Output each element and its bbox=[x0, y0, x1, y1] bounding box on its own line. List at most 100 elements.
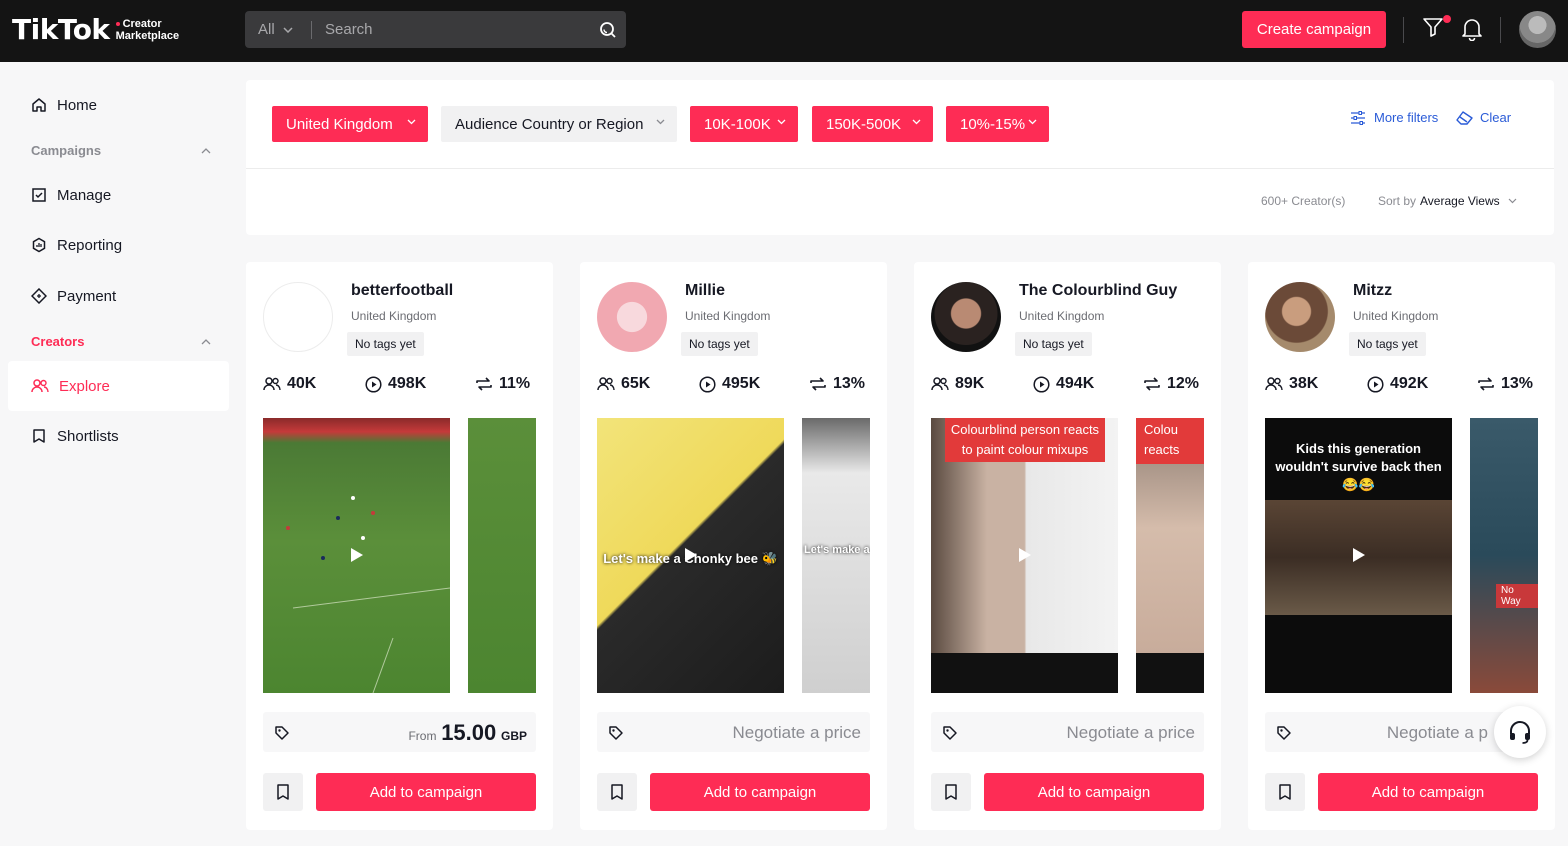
price-from-label: From bbox=[408, 729, 437, 743]
filter-chip-followers[interactable]: 10K-100K bbox=[690, 106, 798, 142]
creator-stats: 38K 492K 13% bbox=[1265, 375, 1539, 397]
play-icon bbox=[1018, 547, 1031, 562]
video-caption-banner: Colou reacts bbox=[1136, 418, 1204, 464]
chevron-up-icon bbox=[201, 147, 211, 153]
sidebar: Home Campaigns Manage Reporting Payment … bbox=[0, 62, 238, 846]
chevron-down-icon bbox=[656, 119, 665, 125]
home-icon bbox=[32, 98, 46, 112]
creator-avatar[interactable] bbox=[1265, 282, 1335, 352]
negotiate-price-text: Negotiate a price bbox=[732, 723, 861, 742]
engagement-stat: 11% bbox=[475, 375, 530, 393]
bell-icon[interactable] bbox=[1461, 17, 1483, 41]
engagement-value: 13% bbox=[833, 375, 866, 392]
video-thumbnail[interactable]: Let's make a Chonky bee 🐝 bbox=[597, 418, 784, 693]
tag-badge[interactable]: No tags yet bbox=[347, 332, 424, 356]
sidebar-section-campaigns[interactable]: Campaigns bbox=[31, 143, 211, 158]
views-value: 494K bbox=[1056, 375, 1095, 392]
followers-value: 65K bbox=[621, 375, 651, 392]
add-to-campaign-button[interactable]: Add to campaign bbox=[984, 773, 1204, 811]
engagement-stat: 13% bbox=[1477, 375, 1533, 393]
play-circle-icon bbox=[1033, 375, 1050, 393]
creator-country: United Kingdom bbox=[1019, 309, 1105, 323]
video-caption: Let's make a bbox=[804, 544, 870, 556]
sort-dropdown[interactable]: Sort by Average Views bbox=[1378, 194, 1517, 208]
creator-avatar[interactable] bbox=[597, 282, 667, 352]
video-thumbnail[interactable] bbox=[468, 418, 536, 693]
search-input[interactable] bbox=[312, 21, 590, 38]
creator-avatar[interactable] bbox=[263, 282, 333, 352]
creator-name[interactable]: The Colourblind Guy bbox=[1019, 282, 1177, 300]
shortlist-button[interactable] bbox=[1265, 773, 1305, 811]
creator-card[interactable]: Millie United Kingdom No tags yet 65K 49… bbox=[580, 262, 887, 830]
creator-stats: 65K 495K 13% bbox=[597, 375, 871, 397]
help-support-button[interactable] bbox=[1494, 706, 1546, 758]
shortlist-button[interactable] bbox=[597, 773, 637, 811]
play-circle-icon bbox=[365, 375, 382, 393]
filter-chip-views[interactable]: 150K-500K bbox=[812, 106, 933, 142]
search-icon[interactable] bbox=[590, 21, 626, 39]
video-thumbnail[interactable]: Colou reacts bbox=[1136, 418, 1204, 693]
sidebar-item-reporting[interactable]: Reporting bbox=[8, 220, 229, 270]
sidebar-item-shortlists[interactable]: Shortlists bbox=[8, 411, 229, 461]
repeat-icon bbox=[1478, 377, 1494, 391]
price-amount: 15.00 bbox=[441, 720, 497, 745]
video-thumbnail[interactable]: Let's make a bbox=[802, 418, 870, 693]
chevron-up-icon bbox=[201, 338, 211, 344]
price-box: From 15.00 GBP bbox=[263, 712, 536, 752]
filter-funnel-icon[interactable] bbox=[1422, 16, 1444, 38]
creator-card[interactable]: betterfootball United Kingdom No tags ye… bbox=[246, 262, 553, 830]
sidebar-item-payment[interactable]: Payment bbox=[8, 271, 229, 321]
sidebar-item-home[interactable]: Home bbox=[8, 80, 229, 130]
chip-label: 150K-500K bbox=[826, 115, 902, 133]
user-avatar[interactable] bbox=[1519, 11, 1556, 48]
creator-name[interactable]: Mitzz bbox=[1353, 282, 1392, 300]
sidebar-item-label: Manage bbox=[57, 186, 112, 204]
create-campaign-button[interactable]: Create campaign bbox=[1242, 11, 1386, 48]
tag-badge[interactable]: No tags yet bbox=[1015, 332, 1092, 356]
add-to-campaign-button[interactable]: Add to campaign bbox=[650, 773, 870, 811]
creator-country: United Kingdom bbox=[351, 309, 437, 323]
tiktok-logo[interactable]: TikTok Creator Marketplace bbox=[12, 13, 179, 46]
chip-label: Audience Country or Region bbox=[455, 115, 644, 133]
more-filters-link[interactable]: More filters bbox=[1350, 110, 1438, 125]
chevron-down-icon bbox=[1028, 119, 1037, 125]
play-circle-icon bbox=[1367, 375, 1384, 393]
tag-badge[interactable]: No tags yet bbox=[1349, 332, 1426, 356]
sidebar-section-creators[interactable]: Creators bbox=[31, 334, 211, 349]
negotiate-price-text: Negotiate a price bbox=[1066, 723, 1195, 742]
sidebar-item-manage[interactable]: Manage bbox=[8, 170, 229, 220]
search-scope-dropdown[interactable]: All bbox=[245, 21, 311, 38]
video-thumbnail[interactable]: Colourblind person reacts to paint colou… bbox=[931, 418, 1118, 693]
tag-badge[interactable]: No tags yet bbox=[681, 332, 758, 356]
video-thumbnail[interactable]: Kids this generation wouldn't survive ba… bbox=[1265, 418, 1452, 693]
creator-name[interactable]: betterfootball bbox=[351, 282, 453, 300]
video-caption: No Way bbox=[1496, 584, 1538, 608]
sidebar-item-explore[interactable]: Explore bbox=[8, 361, 229, 411]
more-filters-label: More filters bbox=[1374, 110, 1439, 125]
sidebar-item-label: Payment bbox=[57, 287, 117, 305]
video-thumbnail[interactable] bbox=[263, 418, 450, 693]
play-icon bbox=[684, 547, 697, 562]
clear-filters-link[interactable]: Clear bbox=[1456, 110, 1511, 125]
filter-chip-country[interactable]: United Kingdom bbox=[272, 106, 428, 142]
people-icon bbox=[31, 379, 49, 393]
views-stat: 492K bbox=[1367, 375, 1428, 393]
followers-stat: 40K bbox=[263, 375, 316, 393]
views-value: 495K bbox=[722, 375, 761, 392]
creator-name[interactable]: Millie bbox=[685, 282, 725, 300]
headset-icon bbox=[1510, 721, 1530, 744]
video-caption: Colou reacts bbox=[1144, 422, 1180, 457]
creator-card[interactable]: The Colourblind Guy United Kingdom No ta… bbox=[914, 262, 1221, 830]
chevron-down-icon bbox=[407, 119, 416, 125]
add-to-campaign-button[interactable]: Add to campaign bbox=[316, 773, 536, 811]
search-bar: All bbox=[245, 11, 626, 48]
add-to-campaign-button[interactable]: Add to campaign bbox=[1318, 773, 1538, 811]
chip-label: United Kingdom bbox=[286, 115, 393, 133]
shortlist-button[interactable] bbox=[931, 773, 971, 811]
video-caption: Kids this generation wouldn't survive ba… bbox=[1275, 441, 1442, 492]
video-thumbnail[interactable]: No Way bbox=[1470, 418, 1538, 693]
shortlist-button[interactable] bbox=[263, 773, 303, 811]
creator-avatar[interactable] bbox=[931, 282, 1001, 352]
filter-chip-engagement[interactable]: 10%-15% bbox=[946, 106, 1049, 142]
filter-chip-audience-country[interactable]: Audience Country or Region bbox=[441, 106, 677, 142]
